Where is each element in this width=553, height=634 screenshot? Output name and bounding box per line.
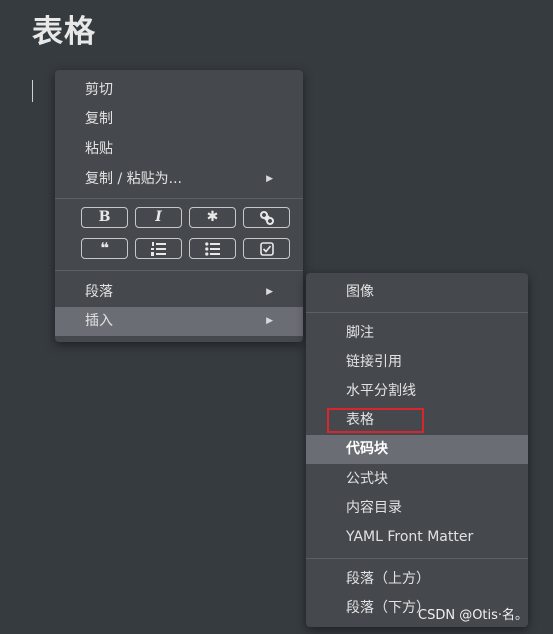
submenu-item-math-block[interactable]: 公式块 bbox=[306, 465, 528, 494]
unordered-list-button[interactable] bbox=[189, 238, 236, 259]
italic-button[interactable]: I bbox=[135, 207, 182, 228]
task-list-icon bbox=[244, 242, 289, 256]
code-icon: ✱ bbox=[206, 209, 219, 225]
submenu-item-horizontal-rule[interactable]: 水平分割线 bbox=[306, 377, 528, 406]
submenu-item-label: 代码块 bbox=[346, 441, 388, 457]
quote-icon: ❝ bbox=[100, 239, 109, 257]
submenu-item-label: YAML Front Matter bbox=[346, 529, 474, 545]
table-annotation-box bbox=[327, 408, 424, 433]
menu-item-copy[interactable]: 复制 bbox=[55, 105, 303, 134]
menu-item-label: 复制 / 粘贴为... bbox=[85, 171, 182, 187]
menu-item-label: 粘贴 bbox=[85, 141, 113, 157]
menu-item-label: 插入 bbox=[85, 313, 113, 329]
submenu-arrow-icon: ▶ bbox=[266, 316, 273, 326]
link-icon bbox=[244, 211, 289, 225]
text-cursor bbox=[32, 80, 33, 102]
menu-separator bbox=[55, 198, 303, 199]
ordered-list-icon bbox=[136, 242, 181, 256]
insert-submenu: 图像 脚注 链接引用 水平分割线 表格 代码块 公式块 内容目录 YAML Fr… bbox=[306, 273, 528, 627]
menu-item-paragraph[interactable]: 段落 ▶ bbox=[55, 278, 303, 307]
submenu-item-paragraph-above[interactable]: 段落（上方） bbox=[306, 565, 528, 594]
submenu-item-image[interactable]: 图像 bbox=[306, 278, 528, 307]
submenu-item-toc[interactable]: 内容目录 bbox=[306, 494, 528, 523]
menu-item-copy-paste-as[interactable]: 复制 / 粘贴为... ▶ bbox=[55, 165, 303, 194]
menu-separator bbox=[55, 270, 303, 271]
watermark: CSDN @Otis·名。 bbox=[418, 608, 529, 623]
menu-item-paste[interactable]: 粘贴 bbox=[55, 135, 303, 164]
italic-icon: I bbox=[155, 209, 162, 225]
submenu-item-link-reference[interactable]: 链接引用 bbox=[306, 348, 528, 377]
bold-button[interactable]: B bbox=[81, 207, 128, 228]
submenu-arrow-icon: ▶ bbox=[266, 287, 273, 297]
submenu-item-label: 公式块 bbox=[346, 471, 388, 487]
submenu-item-label: 内容目录 bbox=[346, 500, 402, 516]
menu-item-label: 段落 bbox=[85, 284, 113, 300]
menu-item-cut[interactable]: 剪切 bbox=[55, 76, 303, 105]
submenu-item-label: 图像 bbox=[346, 284, 374, 300]
submenu-item-label: 链接引用 bbox=[346, 354, 402, 370]
submenu-item-label: 段落（上方） bbox=[346, 571, 430, 587]
menu-item-label: 剪切 bbox=[85, 82, 113, 98]
menu-separator bbox=[306, 312, 528, 313]
bold-icon: B bbox=[98, 209, 111, 225]
page-title: 表格 bbox=[32, 14, 96, 50]
code-button[interactable]: ✱ bbox=[189, 207, 236, 228]
menu-item-insert[interactable]: 插入 ▶ bbox=[55, 307, 303, 336]
menu-item-label: 复制 bbox=[85, 111, 113, 127]
quote-button[interactable]: ❝ bbox=[81, 238, 128, 259]
unordered-list-icon bbox=[190, 242, 235, 256]
submenu-item-code-block[interactable]: 代码块 bbox=[306, 435, 528, 464]
submenu-item-label: 脚注 bbox=[346, 325, 374, 341]
menu-separator bbox=[306, 558, 528, 559]
submenu-item-label: 水平分割线 bbox=[346, 383, 416, 399]
ordered-list-button[interactable] bbox=[135, 238, 182, 259]
submenu-arrow-icon: ▶ bbox=[266, 174, 273, 184]
submenu-item-footnote[interactable]: 脚注 bbox=[306, 319, 528, 348]
submenu-item-yaml-front-matter[interactable]: YAML Front Matter bbox=[306, 523, 528, 552]
context-menu: 剪切 复制 粘贴 复制 / 粘贴为... ▶ B I ✱ ❝ 段落 ▶ 插入 ▶ bbox=[55, 70, 303, 342]
task-list-button[interactable] bbox=[243, 238, 290, 259]
link-button[interactable] bbox=[243, 207, 290, 228]
